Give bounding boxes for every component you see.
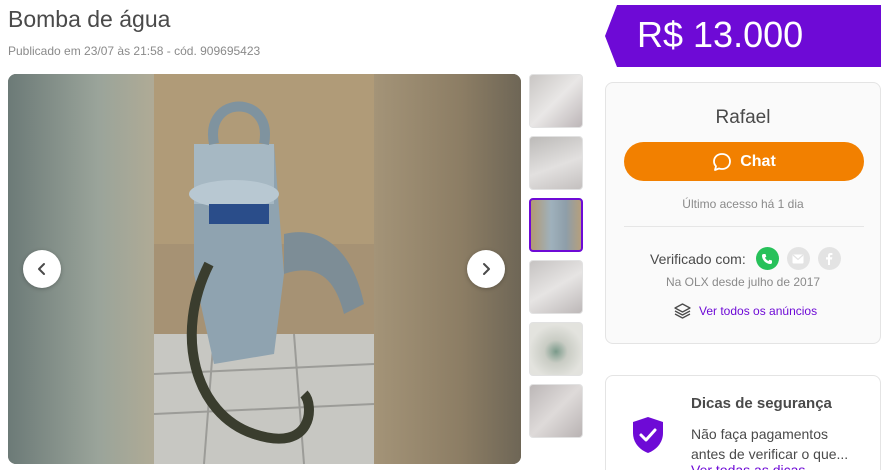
chat-bubble-icon [713, 152, 732, 171]
previous-photo-button[interactable] [23, 250, 61, 288]
safety-tips-card: Dicas de segurança Não faça pagamentos a… [605, 375, 881, 470]
verified-with: Verificado com: [650, 247, 841, 270]
layers-icon [674, 303, 691, 319]
listing-meta: Publicado em 23/07 às 21:58 - cód. 90969… [8, 44, 261, 58]
see-all-ads-label: Ver todos os anúncios [699, 304, 818, 318]
thumbnail-6[interactable] [529, 384, 583, 438]
email-icon [786, 247, 810, 270]
see-all-tips-link[interactable]: Ver todas as dicas [691, 462, 805, 470]
verified-label: Verificado com: [650, 250, 746, 267]
chat-button-label: Chat [740, 152, 776, 170]
main-photo-gallery[interactable] [8, 74, 521, 464]
chat-button[interactable]: Chat [624, 142, 864, 181]
next-photo-button[interactable] [467, 250, 505, 288]
thumbnail-4[interactable] [529, 260, 583, 314]
thumbnail-5[interactable] [529, 322, 583, 376]
facebook-icon [817, 247, 841, 270]
seller-card: Rafael Chat Último acesso há 1 dia Verif… [605, 82, 881, 344]
divider [624, 226, 864, 227]
chevron-right-icon [483, 263, 490, 275]
phone-icon [755, 247, 779, 270]
member-since-text: Na OLX desde julho de 2017 [665, 275, 821, 289]
safety-title: Dicas de segurança [691, 395, 832, 412]
last-access-text: Último acesso há 1 dia [682, 197, 804, 211]
safety-text: Não faça pagamentos antes de verificar o… [691, 426, 849, 462]
see-all-ads-link[interactable]: Ver todos os anúncios [674, 303, 817, 319]
seller-name: Rafael [715, 107, 771, 128]
shield-check-icon [633, 417, 663, 453]
thumbnail-1[interactable] [529, 74, 583, 128]
listing-title: Bomba de água [8, 6, 171, 32]
price-value: R$ 13.000 [637, 14, 804, 55]
chevron-left-icon [38, 263, 45, 275]
thumbnail-3[interactable] [529, 198, 583, 252]
main-photo [154, 74, 374, 464]
thumbnail-strip [529, 74, 583, 446]
thumbnail-2[interactable] [529, 136, 583, 190]
